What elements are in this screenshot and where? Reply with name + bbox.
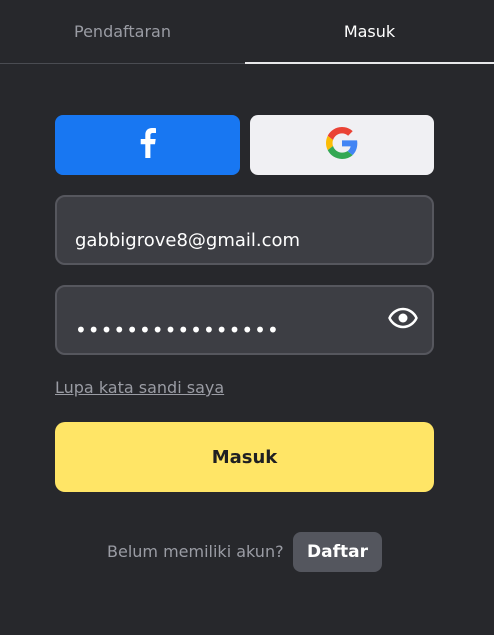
google-icon: [326, 127, 358, 163]
password-input[interactable]: [75, 287, 375, 353]
email-input[interactable]: [75, 197, 415, 263]
tab-login[interactable]: Masuk: [245, 0, 494, 64]
show-password-button[interactable]: [388, 305, 418, 335]
password-field: [55, 285, 434, 355]
signup-prompt: Belum memiliki akun?: [107, 542, 284, 561]
facebook-login-button[interactable]: [55, 115, 240, 175]
facebook-icon: [140, 128, 156, 162]
tab-register[interactable]: Pendaftaran: [0, 0, 245, 64]
auth-tabs: Pendaftaran Masuk: [0, 0, 494, 64]
signup-row: Belum memiliki akun? Daftar: [0, 532, 494, 572]
google-login-button[interactable]: [250, 115, 434, 175]
login-submit-button[interactable]: Masuk: [55, 422, 434, 492]
signup-button[interactable]: Daftar: [293, 532, 382, 572]
email-field: [55, 195, 434, 265]
eye-icon: [388, 307, 418, 333]
forgot-password-link[interactable]: Lupa kata sandi saya: [55, 378, 224, 397]
